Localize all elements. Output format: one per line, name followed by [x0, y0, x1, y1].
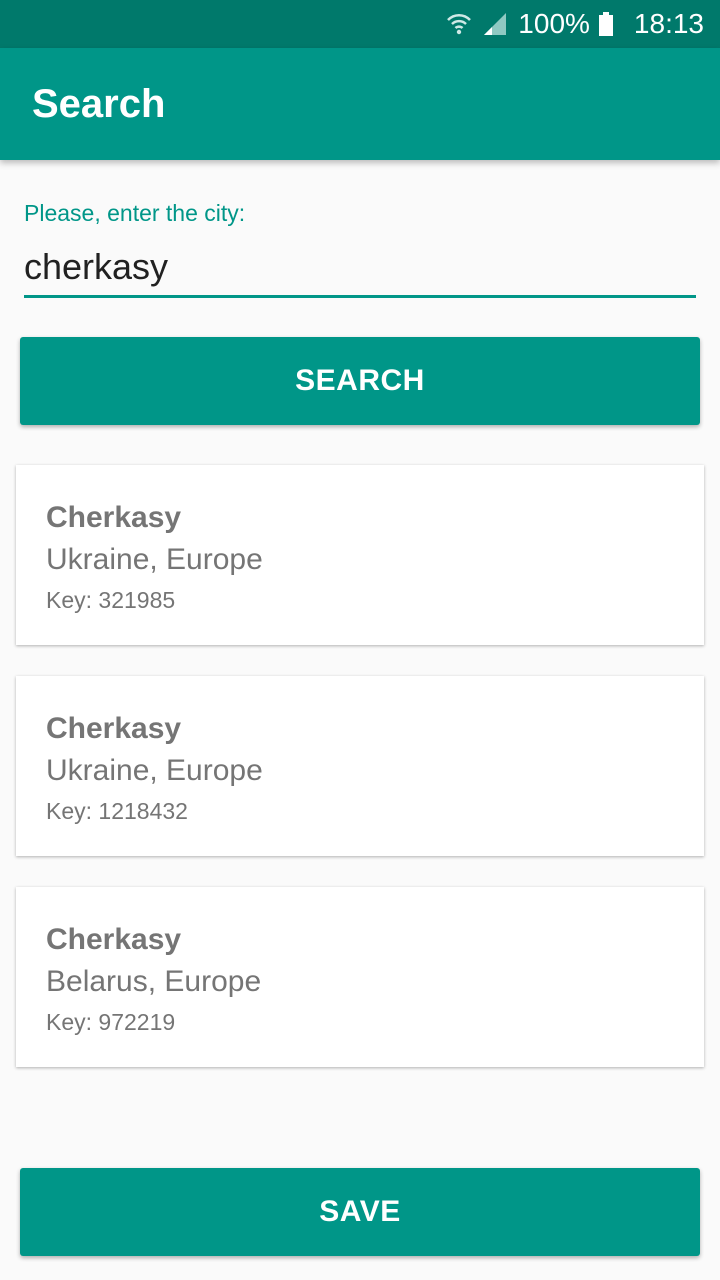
result-key: Key: 1218432 — [46, 798, 188, 824]
result-card[interactable]: Cherkasy Ukraine, Europe Key: 321985 — [16, 465, 704, 645]
result-region: Belarus, Europe — [46, 965, 262, 998]
result-city-name: Cherkasy — [46, 923, 182, 956]
status-bar: 100% 18:13 — [0, 0, 720, 48]
result-card[interactable]: Cherkasy Ukraine, Europe Key: 1218432 — [16, 676, 704, 856]
signal-icon — [482, 11, 508, 37]
result-city-name: Cherkasy — [46, 712, 182, 745]
page-title: Search — [32, 81, 166, 126]
clock: 18:13 — [633, 8, 704, 39]
battery-percent: 100% — [518, 8, 590, 39]
result-region: Ukraine, Europe — [46, 543, 263, 576]
result-region: Ukraine, Europe — [46, 754, 263, 787]
app-bar: Search — [0, 48, 720, 160]
result-key: Key: 972219 — [46, 1009, 176, 1035]
search-button[interactable]: SEARCH — [20, 337, 700, 425]
city-input-label: Please, enter the city: — [24, 200, 246, 226]
result-key: Key: 321985 — [46, 587, 176, 613]
result-city-name: Cherkasy — [46, 501, 182, 534]
save-button[interactable]: SAVE — [20, 1168, 700, 1256]
battery-icon — [598, 11, 614, 37]
wifi-icon — [446, 11, 472, 37]
city-input[interactable]: cherkasy — [24, 244, 696, 298]
result-card[interactable]: Cherkasy Belarus, Europe Key: 972219 — [16, 887, 704, 1067]
